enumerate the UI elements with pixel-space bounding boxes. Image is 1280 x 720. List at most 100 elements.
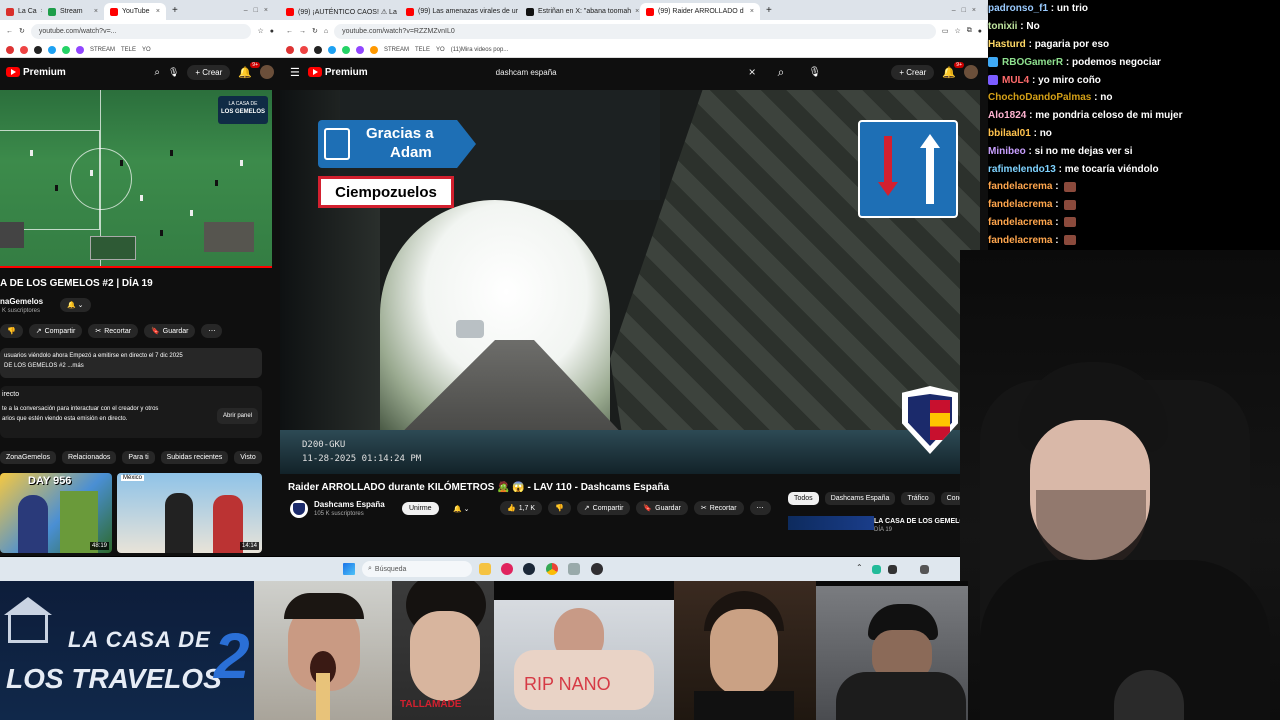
share-button[interactable]: ↗ Compartir	[576, 501, 631, 515]
bookmark-icon[interactable]	[34, 45, 42, 54]
bookmark-icon[interactable]	[328, 45, 336, 54]
left-video-player[interactable]: LA CASA DE LOS GEMELOS	[0, 90, 272, 268]
bookmark-yo[interactable]: YO	[142, 47, 151, 53]
channel-avatar[interactable]	[290, 500, 308, 518]
main-tab-2[interactable]: (99) Las amenazas virales de ur ×	[400, 3, 520, 20]
bookmark-icon[interactable]	[6, 45, 14, 54]
clip-button[interactable]: ✂ Recortar	[693, 501, 744, 515]
mic-icon[interactable]: 🎙	[168, 67, 179, 78]
media-app-icon[interactable]	[501, 563, 513, 575]
more-button[interactable]: ⋯	[749, 501, 771, 515]
taskbar-search[interactable]: ⌕ Búsqueda	[362, 561, 472, 577]
bell-icon[interactable]: 🔔 9+	[238, 61, 260, 79]
start-icon[interactable]	[343, 563, 355, 575]
profile-icon[interactable]: ●	[978, 28, 982, 35]
chevron-up-icon[interactable]: ⌃	[856, 563, 863, 572]
search-input[interactable]: dashcam españa ×	[496, 61, 756, 83]
chip-zonagemelos[interactable]: ZonaGemelos	[0, 451, 56, 464]
bookmark-icon[interactable]	[62, 45, 70, 54]
forward-icon[interactable]: →	[299, 28, 306, 35]
chat-username[interactable]: rafimelendo13	[988, 164, 1056, 175]
obs-icon[interactable]	[591, 563, 603, 575]
chat-username[interactable]: Minibeo	[988, 146, 1026, 157]
save-button[interactable]: 🔖 Guardar	[144, 324, 196, 338]
share-button[interactable]: ↗ Compartir	[28, 324, 83, 338]
youtube-logo[interactable]: Premium	[307, 67, 368, 78]
dislike-button[interactable]: 👎	[0, 324, 23, 338]
close-icon[interactable]: ×	[94, 8, 98, 15]
avatar[interactable]	[260, 65, 274, 79]
folder-icon[interactable]	[479, 563, 491, 575]
chat-username[interactable]: Hasturd	[988, 39, 1026, 50]
app-icon[interactable]	[568, 563, 580, 575]
bell-toggle[interactable]: 🔔 ⌄	[446, 502, 477, 516]
reload-icon[interactable]: ↻	[19, 27, 25, 35]
chat-username[interactable]: MUL4	[1002, 75, 1029, 86]
chip-trafico[interactable]: Tráfico	[901, 492, 935, 505]
chat-username[interactable]: padronso_f1	[988, 3, 1048, 14]
close-icon[interactable]: ×	[750, 8, 754, 15]
rec-title[interactable]: LA CASA DE LOS GEMELOS	[874, 518, 970, 525]
avatar[interactable]	[964, 65, 978, 79]
chip-visto[interactable]: Visto	[234, 451, 262, 464]
bookmark-icon[interactable]	[48, 45, 56, 54]
rec-thumbnail[interactable]	[788, 516, 874, 530]
tray-icon[interactable]	[888, 565, 897, 574]
chat-username[interactable]: Alo1824	[988, 110, 1026, 121]
chip-relacionados[interactable]: Relacionados	[61, 451, 117, 464]
chat-username[interactable]: fandelacrema	[988, 235, 1052, 246]
rec-thumb-2[interactable]: México 14:14	[117, 473, 262, 553]
main-tab-3[interactable]: Estriñan en X: "abana toomah ×	[520, 3, 640, 20]
search-icon[interactable]: ⌕	[154, 67, 160, 78]
chat-username[interactable]: RBOGamerR	[1002, 57, 1063, 68]
video-progress[interactable]	[0, 266, 272, 268]
left-channel-name[interactable]: naGemelos	[0, 297, 43, 306]
cast-icon[interactable]: ▭	[942, 27, 949, 35]
bookmark-icon[interactable]	[286, 45, 294, 54]
chat-username[interactable]: fandelacrema	[988, 199, 1052, 210]
back-icon[interactable]: ←	[286, 28, 293, 35]
mic-icon[interactable]: 🎙	[808, 67, 821, 78]
url-field[interactable]: youtube.com/watch?v=...	[30, 23, 252, 39]
bookmark-videos[interactable]: (11)Mira videos pop...	[451, 47, 509, 53]
bookmark-tele[interactable]: TELE	[415, 47, 430, 53]
youtube-logo[interactable]: Premium	[6, 67, 66, 78]
profile-icon[interactable]: ●	[270, 28, 274, 35]
chip-subidas-recientes[interactable]: Subidas recientes	[160, 451, 229, 464]
star-icon[interactable]: ☆	[954, 27, 960, 35]
bookmark-stream[interactable]: STREAM	[90, 47, 115, 53]
left-tab-1[interactable]: La Ca ×	[0, 3, 42, 20]
home-icon[interactable]: ⌂	[324, 28, 328, 35]
chat-username[interactable]: fandelacrema	[988, 217, 1052, 228]
bookmark-icon[interactable]	[76, 45, 84, 54]
close-icon[interactable]: ×	[635, 8, 639, 15]
window-controls[interactable]: –□×	[244, 7, 274, 14]
bookmark-icon[interactable]	[314, 45, 322, 54]
bell-icon[interactable]: 🔔 9+	[942, 61, 964, 79]
chip-para-ti[interactable]: Para ti	[122, 451, 155, 464]
create-button[interactable]: + Crear	[187, 64, 231, 80]
left-description[interactable]: usuarios viéndolo ahora Empezó a emitirs…	[0, 348, 262, 378]
extensions-icon[interactable]: ⧉	[967, 27, 972, 35]
left-tab-3[interactable]: YouTube ×	[104, 3, 166, 20]
menu-icon[interactable]: ☰	[290, 66, 300, 79]
chat-username[interactable]: ChochoDandoPalmas	[988, 92, 1091, 103]
new-tab-icon[interactable]: +	[766, 5, 772, 16]
bookmark-icon[interactable]	[342, 45, 350, 54]
bookmark-icon[interactable]	[20, 45, 28, 54]
bookmark-icon[interactable]	[356, 45, 364, 54]
left-tab-2[interactable]: Stream ×	[42, 3, 104, 20]
dislike-button[interactable]: 👎	[548, 501, 571, 515]
save-button[interactable]: 🔖 Guardar	[636, 501, 688, 515]
bell-toggle[interactable]: 🔔 ⌄	[60, 298, 91, 312]
bookmark-yo[interactable]: YO	[436, 47, 445, 53]
chat-username[interactable]: fandelacrema	[988, 181, 1052, 192]
tray-icon[interactable]	[872, 565, 881, 574]
new-tab-icon[interactable]: +	[172, 5, 178, 16]
clear-search-icon[interactable]: ×	[749, 65, 756, 79]
join-button[interactable]: Unirme	[402, 502, 439, 515]
chat-username[interactable]: tonixii	[988, 21, 1017, 32]
open-panel-button[interactable]: Abrir panel	[216, 408, 258, 424]
clip-button[interactable]: ✂ Recortar	[88, 324, 139, 338]
bookmark-icon[interactable]	[370, 45, 378, 54]
